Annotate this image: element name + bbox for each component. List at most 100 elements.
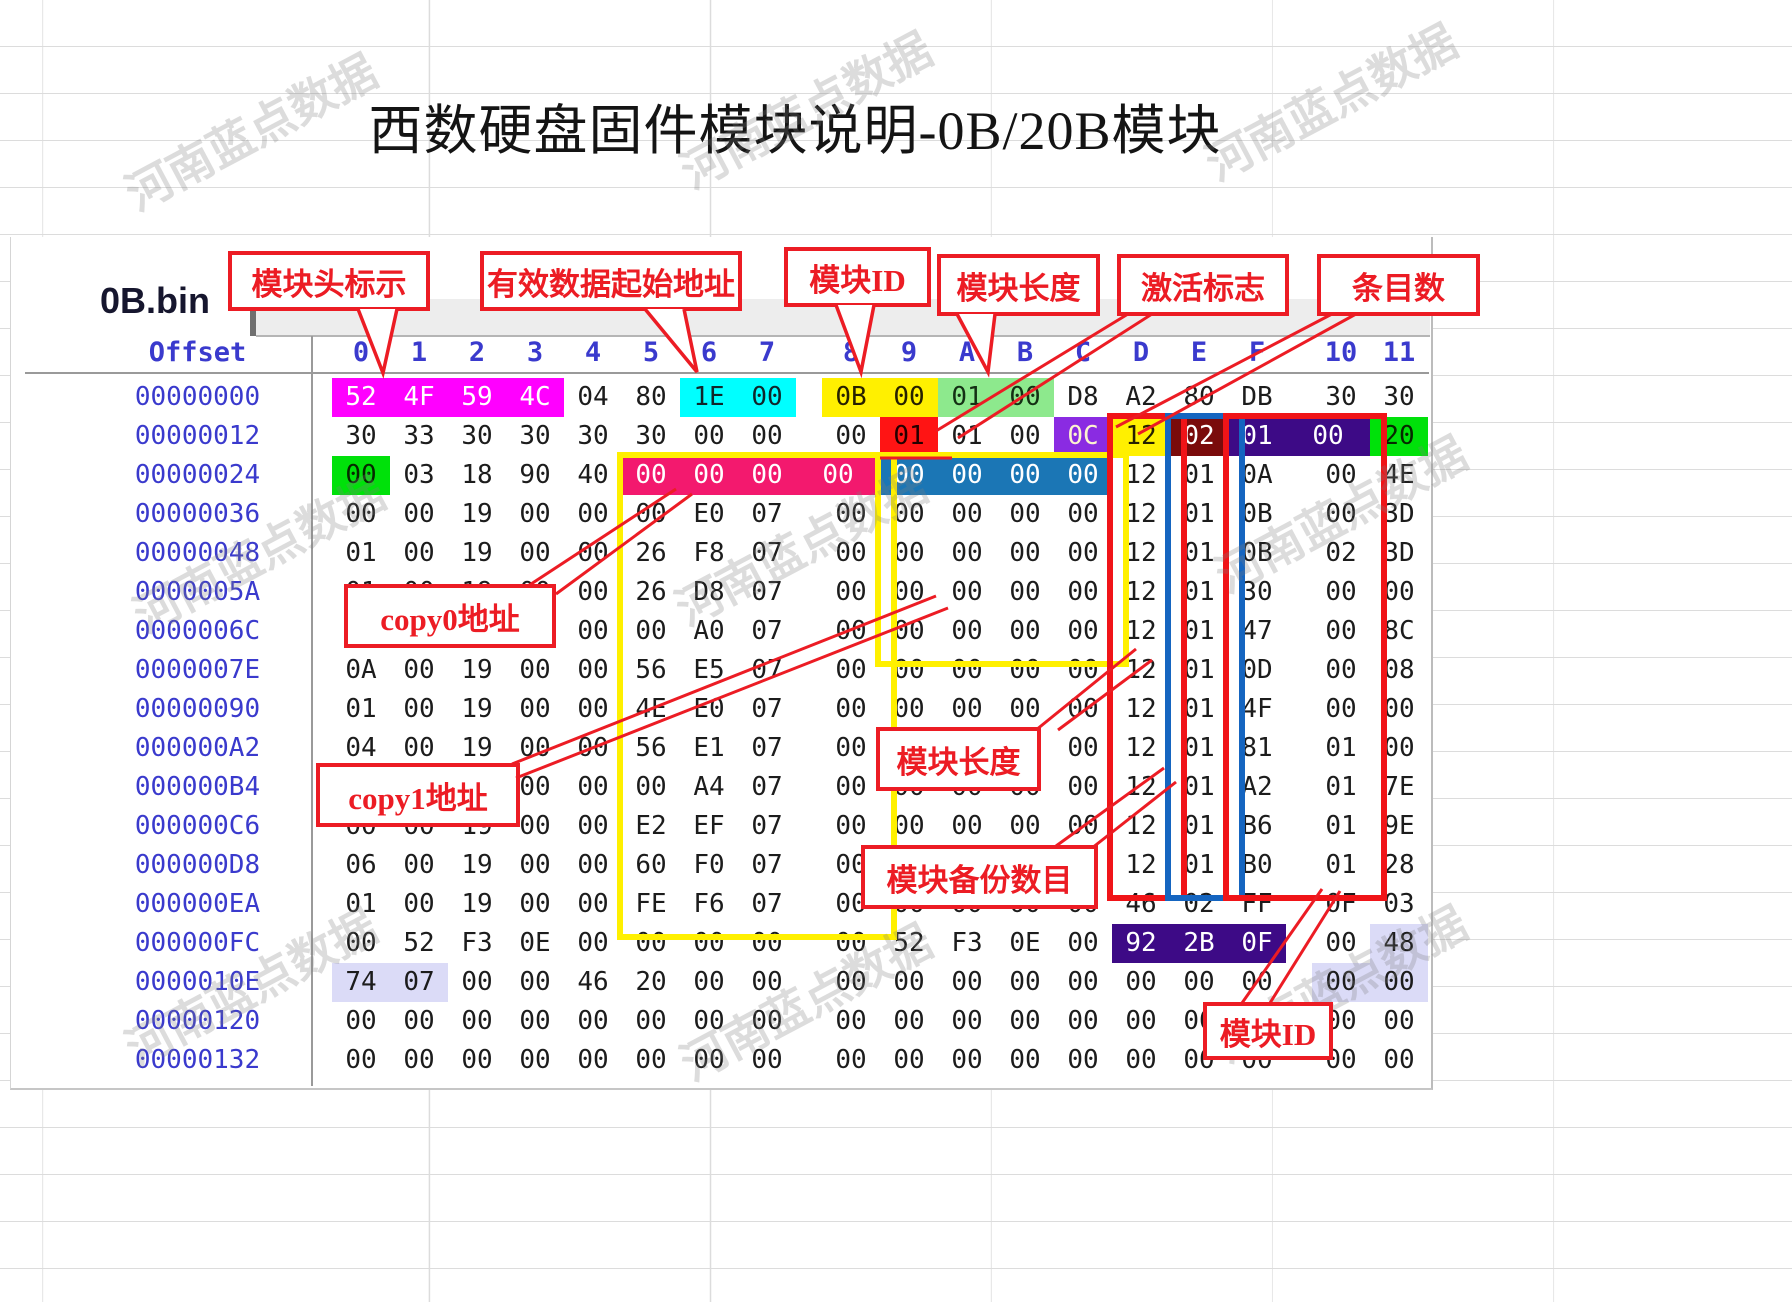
- hex-byte[interactable]: 07: [738, 495, 796, 534]
- hex-byte[interactable]: 47: [1228, 612, 1286, 651]
- hex-byte[interactable]: 00: [996, 495, 1054, 534]
- hex-byte[interactable]: 00: [1054, 807, 1112, 846]
- hex-byte[interactable]: 01: [1170, 612, 1228, 651]
- hex-byte[interactable]: FF: [1228, 885, 1286, 924]
- hex-byte[interactable]: 00: [880, 573, 938, 612]
- hex-byte[interactable]: 00: [880, 690, 938, 729]
- hex-byte[interactable]: 00: [390, 534, 448, 573]
- hex-byte[interactable]: 12: [1112, 651, 1170, 690]
- hex-byte[interactable]: 26: [622, 534, 680, 573]
- hex-byte[interactable]: 00: [622, 768, 680, 807]
- hex-byte[interactable]: 56: [622, 651, 680, 690]
- hex-byte[interactable]: 00: [622, 1041, 680, 1080]
- hex-byte[interactable]: 00: [1054, 456, 1112, 495]
- hex-byte[interactable]: 00: [680, 924, 738, 963]
- hex-byte[interactable]: 00: [1312, 924, 1370, 963]
- hex-byte[interactable]: 00: [996, 807, 1054, 846]
- hex-byte[interactable]: 4E: [622, 690, 680, 729]
- hex-byte[interactable]: 00: [738, 963, 796, 1002]
- hex-byte[interactable]: A0: [680, 612, 738, 651]
- hex-byte[interactable]: 06: [332, 846, 390, 885]
- hex-byte[interactable]: 00: [564, 690, 622, 729]
- hex-byte[interactable]: 00: [1370, 1002, 1428, 1041]
- hex-byte[interactable]: DB: [1228, 378, 1286, 417]
- hex-byte[interactable]: 01: [1228, 417, 1286, 456]
- hex-byte[interactable]: 0A: [1228, 456, 1286, 495]
- hex-byte[interactable]: 08: [1370, 651, 1428, 690]
- hex-byte[interactable]: 00: [738, 1041, 796, 1080]
- hex-byte[interactable]: 04: [564, 378, 622, 417]
- hex-byte[interactable]: 01: [1170, 846, 1228, 885]
- hex-byte[interactable]: 07: [738, 690, 796, 729]
- hex-byte[interactable]: 01: [1312, 729, 1370, 768]
- hex-byte[interactable]: 30: [506, 417, 564, 456]
- hex-byte[interactable]: 00: [1054, 651, 1112, 690]
- hex-byte[interactable]: 1E: [680, 378, 738, 417]
- hex-byte[interactable]: 00: [938, 1041, 996, 1080]
- hex-byte[interactable]: 52: [880, 924, 938, 963]
- hex-byte[interactable]: 12: [1112, 456, 1170, 495]
- hex-byte[interactable]: 00: [1312, 963, 1370, 1002]
- hex-byte[interactable]: 59: [448, 378, 506, 417]
- hex-byte[interactable]: 01: [1170, 807, 1228, 846]
- hex-byte[interactable]: 30: [448, 417, 506, 456]
- hex-byte[interactable]: 20: [1370, 417, 1428, 456]
- hex-byte[interactable]: 0B: [1228, 495, 1286, 534]
- hex-byte[interactable]: 01: [1312, 768, 1370, 807]
- hex-byte[interactable]: 00: [938, 495, 996, 534]
- hex-byte[interactable]: 00: [506, 963, 564, 1002]
- hex-byte[interactable]: 00: [564, 651, 622, 690]
- hex-byte[interactable]: 01: [1170, 768, 1228, 807]
- hex-byte[interactable]: FE: [622, 885, 680, 924]
- hex-byte[interactable]: 0F: [1312, 885, 1370, 924]
- hex-byte[interactable]: 00: [390, 885, 448, 924]
- hex-byte[interactable]: 00: [332, 456, 390, 495]
- hex-byte[interactable]: 01: [332, 885, 390, 924]
- hex-byte[interactable]: 02: [1170, 417, 1228, 456]
- hex-byte[interactable]: 00: [564, 729, 622, 768]
- hex-byte[interactable]: 00: [1054, 495, 1112, 534]
- hex-byte[interactable]: 00: [564, 846, 622, 885]
- hex-byte[interactable]: 00: [996, 1002, 1054, 1041]
- hex-byte[interactable]: 00: [448, 1002, 506, 1041]
- hex-byte[interactable]: 00: [506, 846, 564, 885]
- hex-byte[interactable]: 00: [738, 456, 796, 495]
- hex-byte[interactable]: 18: [448, 456, 506, 495]
- hex-byte[interactable]: 00: [1312, 495, 1370, 534]
- hex-byte[interactable]: 00: [938, 534, 996, 573]
- hex-byte[interactable]: 00: [822, 573, 880, 612]
- hex-byte[interactable]: 19: [448, 534, 506, 573]
- hex-byte[interactable]: 00: [564, 534, 622, 573]
- hex-byte[interactable]: F3: [448, 924, 506, 963]
- hex-byte[interactable]: 8C: [1370, 612, 1428, 651]
- hex-byte[interactable]: 4E: [1370, 456, 1428, 495]
- hex-byte[interactable]: 01: [1312, 846, 1370, 885]
- hex-byte[interactable]: 19: [448, 495, 506, 534]
- hex-byte[interactable]: A4: [680, 768, 738, 807]
- hex-byte[interactable]: 12: [1112, 768, 1170, 807]
- hex-byte[interactable]: 00: [506, 534, 564, 573]
- hex-byte[interactable]: 0B: [822, 378, 880, 417]
- hex-byte[interactable]: E2: [622, 807, 680, 846]
- hex-byte[interactable]: 00: [938, 651, 996, 690]
- hex-byte[interactable]: 01: [938, 378, 996, 417]
- hex-byte[interactable]: 00: [822, 1002, 880, 1041]
- hex-byte[interactable]: 00: [680, 417, 738, 456]
- hex-byte[interactable]: 00: [564, 885, 622, 924]
- hex-byte[interactable]: 00: [1054, 924, 1112, 963]
- hex-byte[interactable]: 00: [1054, 534, 1112, 573]
- hex-byte[interactable]: 00: [506, 1041, 564, 1080]
- hex-byte[interactable]: 12: [1112, 417, 1170, 456]
- hex-byte[interactable]: 00: [880, 534, 938, 573]
- hex-byte[interactable]: 30: [1312, 378, 1370, 417]
- hex-byte[interactable]: 00: [996, 612, 1054, 651]
- hex-byte[interactable]: 07: [738, 729, 796, 768]
- hex-byte[interactable]: 00: [390, 846, 448, 885]
- hex-byte[interactable]: B6: [1228, 807, 1286, 846]
- hex-byte[interactable]: 26: [622, 573, 680, 612]
- hex-byte[interactable]: 60: [622, 846, 680, 885]
- hex-byte[interactable]: 00: [996, 456, 1054, 495]
- hex-byte[interactable]: 00: [738, 378, 796, 417]
- hex-byte[interactable]: 00: [332, 495, 390, 534]
- hex-byte[interactable]: 19: [448, 846, 506, 885]
